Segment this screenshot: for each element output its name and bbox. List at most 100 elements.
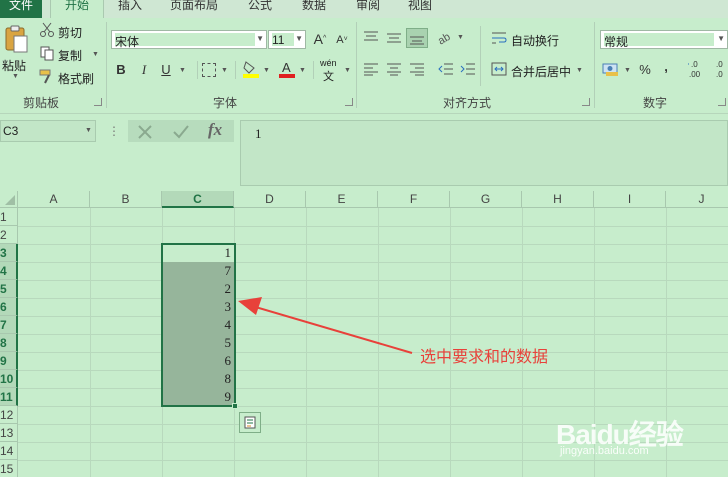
group-divider: [356, 22, 357, 108]
name-box-value: C3: [3, 124, 19, 138]
merge-dropdown-icon[interactable]: ▼: [576, 67, 583, 74]
ribbon-home: 粘贴 ▼ 剪切 复制 ▼ 格式刷 剪贴板 宋体 ▼ 11 ▼ A^ A˅ B I…: [0, 18, 728, 114]
tab-insert[interactable]: 插入: [108, 0, 152, 18]
font-color-icon[interactable]: A: [278, 60, 296, 78]
fill-color-icon[interactable]: [242, 60, 260, 78]
format-painter-icon: [39, 68, 55, 84]
copy-icon: [39, 45, 55, 61]
decrease-indent-icon[interactable]: [438, 62, 454, 76]
chevron-down-icon: ▼: [256, 34, 264, 43]
tab-data[interactable]: 数据: [292, 0, 336, 18]
chevron-down-icon: ▼: [295, 34, 303, 43]
font-group-label: 字体: [212, 96, 237, 110]
wrap-text-icon: [491, 31, 507, 45]
copy-button[interactable]: 复制: [58, 47, 82, 64]
formula-bar: C3 ▼ ⋮ fx 1: [0, 114, 728, 191]
clipboard-launcher-icon[interactable]: [94, 98, 102, 106]
number-format-value: 常规: [604, 33, 714, 49]
align-center-icon[interactable]: [386, 62, 402, 76]
ribbon-tab-bar: 文件 开始 插入 页面布局 公式 数据 审阅 视图: [0, 0, 728, 18]
comma-style-button[interactable]: ,: [660, 58, 672, 76]
tab-file[interactable]: 文件: [0, 0, 42, 18]
font-size-select[interactable]: 11 ▼: [268, 30, 306, 49]
phonetic-pinyin-label: wén: [320, 58, 337, 68]
paste-icon[interactable]: [3, 24, 29, 54]
accounting-dropdown-icon[interactable]: ▼: [624, 67, 631, 74]
font-launcher-icon[interactable]: [345, 98, 353, 106]
formula-bar-grip-icon: ⋮: [108, 124, 120, 138]
svg-text:.0: .0: [716, 60, 723, 69]
orientation-dropdown-icon[interactable]: ▼: [457, 34, 464, 41]
borders-icon[interactable]: [202, 63, 216, 77]
svg-text:.0: .0: [716, 70, 723, 79]
number-launcher-icon[interactable]: [718, 98, 726, 106]
grow-font-icon[interactable]: A^: [312, 30, 328, 48]
alignment-launcher-icon[interactable]: [582, 98, 590, 106]
scissors-icon: [39, 22, 55, 38]
chevron-down-icon: ▼: [85, 127, 92, 134]
svg-text:ab: ab: [436, 31, 453, 45]
enter-icon[interactable]: [172, 123, 190, 141]
phonetic-guide-icon[interactable]: wén 文: [320, 58, 342, 83]
increase-decimal-icon[interactable]: .0.00: [686, 58, 710, 80]
copy-dropdown-icon[interactable]: ▼: [92, 51, 99, 58]
group-divider: [106, 22, 107, 108]
underline-button[interactable]: U: [158, 61, 174, 79]
align-bottom-icon[interactable]: [406, 28, 428, 48]
tab-review[interactable]: 审阅: [346, 0, 390, 18]
align-left-icon[interactable]: [363, 62, 379, 76]
number-format-select[interactable]: 常规 ▼: [600, 30, 728, 49]
merge-center-button[interactable]: 合并后居中: [511, 63, 571, 80]
tab-page-layout[interactable]: 页面布局: [162, 0, 226, 18]
insert-function-button[interactable]: fx: [208, 120, 222, 140]
increase-indent-icon[interactable]: [460, 62, 476, 76]
font-color-dropdown-icon[interactable]: ▼: [299, 67, 306, 74]
borders-dropdown-icon[interactable]: ▼: [221, 67, 228, 74]
align-middle-icon[interactable]: [386, 30, 402, 44]
decrease-decimal-icon[interactable]: .0.0: [716, 58, 728, 80]
merge-center-icon: [491, 62, 507, 76]
clipboard-group-label: 剪贴板: [22, 96, 59, 110]
divider: [313, 61, 314, 79]
phonetic-dropdown-icon[interactable]: ▼: [344, 67, 351, 74]
cancel-icon[interactable]: [136, 123, 154, 141]
format-painter-button[interactable]: 格式刷: [58, 70, 94, 87]
svg-text:A: A: [282, 60, 291, 75]
underline-dropdown-icon[interactable]: ▼: [179, 67, 186, 74]
chevron-down-icon: ▼: [717, 34, 725, 43]
watermark-url: jingyan.baidu.com: [560, 445, 649, 457]
worksheet-grid[interactable]: A B C D E F G H I J 1 2 3 4 5 6 7 8 9 10…: [0, 191, 728, 477]
paste-dropdown-icon[interactable]: ▼: [12, 73, 19, 80]
orientation-icon[interactable]: ab: [436, 29, 454, 48]
formula-input[interactable]: 1: [240, 120, 728, 186]
svg-text:.0: .0: [691, 60, 698, 69]
phonetic-char: 文: [323, 71, 334, 83]
cut-button[interactable]: 剪切: [58, 24, 82, 41]
divider: [480, 26, 481, 86]
font-name-value: 宋体: [115, 33, 255, 49]
bold-button[interactable]: B: [113, 61, 129, 79]
shrink-font-icon[interactable]: A˅: [334, 31, 350, 49]
group-divider: [594, 22, 595, 108]
font-name-select[interactable]: 宋体 ▼: [111, 30, 267, 49]
number-group-label: 数字: [642, 96, 667, 110]
formula-value: 1: [255, 126, 262, 141]
align-top-icon[interactable]: [363, 30, 379, 44]
name-box[interactable]: C3 ▼: [0, 120, 96, 142]
tab-formulas[interactable]: 公式: [238, 0, 282, 18]
fill-color-dropdown-icon[interactable]: ▼: [263, 67, 270, 74]
svg-text:.00: .00: [689, 70, 701, 79]
tab-view[interactable]: 视图: [398, 0, 442, 18]
accounting-format-icon[interactable]: [602, 61, 620, 77]
divider: [235, 61, 236, 79]
font-size-value: 11: [272, 33, 294, 47]
wrap-text-button[interactable]: 自动换行: [511, 32, 559, 49]
divider: [197, 61, 198, 79]
paste-button[interactable]: 粘贴: [2, 57, 26, 74]
alignment-group-label: 对齐方式: [442, 96, 491, 110]
percent-style-button[interactable]: %: [637, 61, 653, 79]
italic-button[interactable]: I: [136, 61, 152, 79]
annotation-text: 选中要求和的数据: [420, 349, 549, 366]
align-right-icon[interactable]: [409, 62, 425, 76]
tab-home[interactable]: 开始: [50, 0, 104, 18]
